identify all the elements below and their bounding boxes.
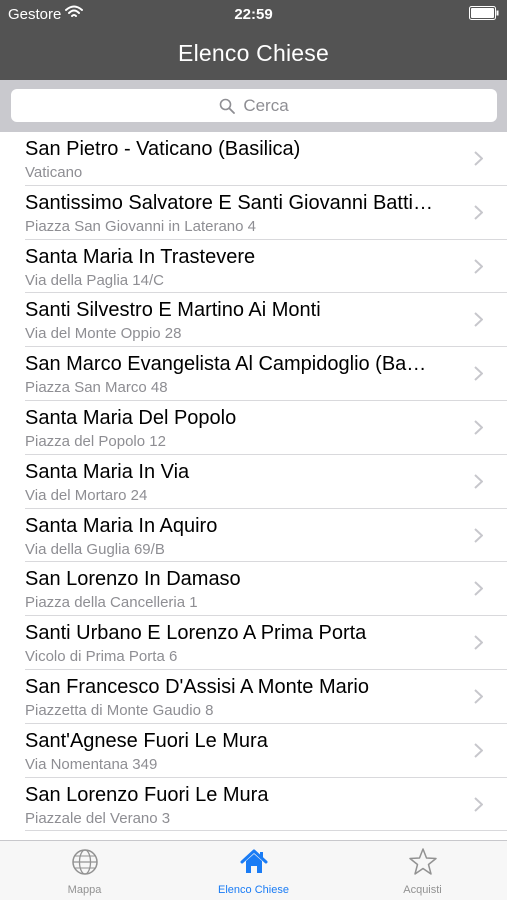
- list-item[interactable]: San Lorenzo Fuori Le Mura Piazzale del V…: [0, 778, 507, 832]
- church-name: Santissimo Salvatore E Santi Giovanni Ba…: [25, 191, 433, 214]
- church-address: Vicolo di Prima Porta 6: [25, 648, 178, 666]
- list-item[interactable]: Santi Urbano E Lorenzo A Prima Porta Vic…: [0, 616, 507, 670]
- church-address: Piazza del Popolo 12: [25, 432, 166, 450]
- chevron-right-icon: [474, 581, 483, 597]
- church-name: Santa Maria In Via: [25, 460, 190, 483]
- church-name: San Pietro - Vaticano (Basilica): [25, 138, 301, 160]
- church-address: Piazzetta di Monte Gaudio 8: [25, 701, 214, 719]
- tab-elenco-chiese[interactable]: Elenco Chiese: [169, 841, 338, 900]
- search-input[interactable]: Cerca: [11, 89, 497, 122]
- chevron-right-icon: [474, 689, 483, 704]
- page-title: Elenco Chiese: [178, 40, 329, 66]
- chevron-right-icon: [474, 474, 483, 489]
- tab-bar: Mappa Elenco Chiese Acquisti: [0, 840, 507, 900]
- chevron-right-icon: [474, 420, 483, 435]
- church-address: Piazza San Giovanni in Laterano 4: [25, 217, 256, 235]
- chevron-right-icon: [474, 527, 483, 543]
- status-bar: Gestore 22:59: [0, 0, 507, 28]
- star-icon: [408, 848, 437, 875]
- church-name: San Francesco D'Assisi A Monte Mario: [25, 675, 369, 698]
- chevron-right-icon: [474, 258, 483, 274]
- church-address: Via della Paglia 14/C: [25, 271, 164, 289]
- tab-label: Elenco Chiese: [218, 884, 289, 896]
- search-bar: Cerca: [0, 80, 507, 132]
- list-item[interactable]: Santa Maria In Aquiro Via della Guglia 6…: [0, 509, 507, 563]
- list-item[interactable]: Santi Silvestro E Martino Ai Monti Via d…: [0, 293, 507, 347]
- tab-label: Mappa: [67, 884, 102, 896]
- list-item[interactable]: San Francesco D'Assisi A Monte Mario Pia…: [0, 670, 507, 724]
- chevron-right-icon: [474, 366, 483, 381]
- church-name: Santa Maria In Trastevere: [25, 245, 256, 268]
- chevron-right-icon: [474, 151, 483, 166]
- list-item[interactable]: San Pietro - Vaticano (Basilica) Vatican…: [0, 132, 507, 186]
- church-address: Piazzale del Verano 3: [25, 809, 171, 827]
- chevron-right-icon: [474, 635, 483, 650]
- church-list: San Pietro - Vaticano (Basilica) Vatican…: [0, 132, 507, 840]
- navigation-header: Gestore 22:59 Elenco Chiese: [0, 0, 507, 80]
- status-time: 22:59: [234, 6, 273, 23]
- church-name: Santi Silvestro E Martino Ai Monti: [25, 299, 321, 322]
- church-name: Santa Maria In Aquiro: [25, 514, 218, 537]
- tab-label: Acquisti: [403, 884, 442, 896]
- church-address: Via del Monte Oppio 28: [25, 325, 182, 343]
- church-address: Via Nomentana 349: [25, 755, 158, 773]
- chevron-right-icon: [474, 205, 483, 220]
- church-address: Via del Mortaro 24: [25, 486, 148, 504]
- church-name: San Lorenzo In Damaso: [25, 568, 241, 591]
- tab-acquisti[interactable]: Acquisti: [338, 841, 507, 900]
- church-name: Santa Maria Del Popolo: [25, 406, 237, 429]
- search-icon: [220, 98, 236, 114]
- church-address: Piazza San Marco 48: [25, 379, 168, 397]
- church-address: Piazza della Cancelleria 1: [25, 594, 198, 612]
- list-item[interactable]: Santa Maria Del Popolo Piazza del Popolo…: [0, 401, 507, 455]
- chevron-right-icon: [474, 743, 483, 758]
- battery-icon: [469, 6, 499, 20]
- globe-icon: [71, 849, 98, 875]
- church-name: San Lorenzo Fuori Le Mura: [25, 783, 269, 806]
- app-screen: Gestore 22:59 Elenco Chiese Cerca San Pi…: [0, 0, 507, 900]
- chevron-right-icon: [474, 312, 483, 328]
- list-item[interactable]: Sant'Agnese Fuori Le Mura Via Nomentana …: [0, 724, 507, 778]
- chevron-right-icon: [474, 796, 483, 812]
- tab-mappa[interactable]: Mappa: [0, 841, 169, 900]
- home-icon: [240, 849, 267, 873]
- church-address: Via della Guglia 69/B: [25, 540, 165, 558]
- list-item[interactable]: Santissimo Salvatore E Santi Giovanni Ba…: [0, 186, 507, 240]
- list-item[interactable]: Santa Maria In Trastevere Via della Pagl…: [0, 240, 507, 294]
- search-placeholder: Cerca: [243, 95, 289, 115]
- church-name: Santi Urbano E Lorenzo A Prima Porta: [25, 622, 367, 645]
- list-item[interactable]: Santa Maria In Via Via del Mortaro 24: [0, 455, 507, 509]
- church-name: San Marco Evangelista Al Campidoglio (Ba…: [25, 353, 427, 376]
- church-address: Vaticano: [25, 164, 83, 181]
- church-name: Sant'Agnese Fuori Le Mura: [25, 729, 268, 752]
- list-item[interactable]: San Lorenzo In Damaso Piazza della Cance…: [0, 562, 507, 616]
- list-item[interactable]: San Marco Evangelista Al Campidoglio (Ba…: [0, 347, 507, 401]
